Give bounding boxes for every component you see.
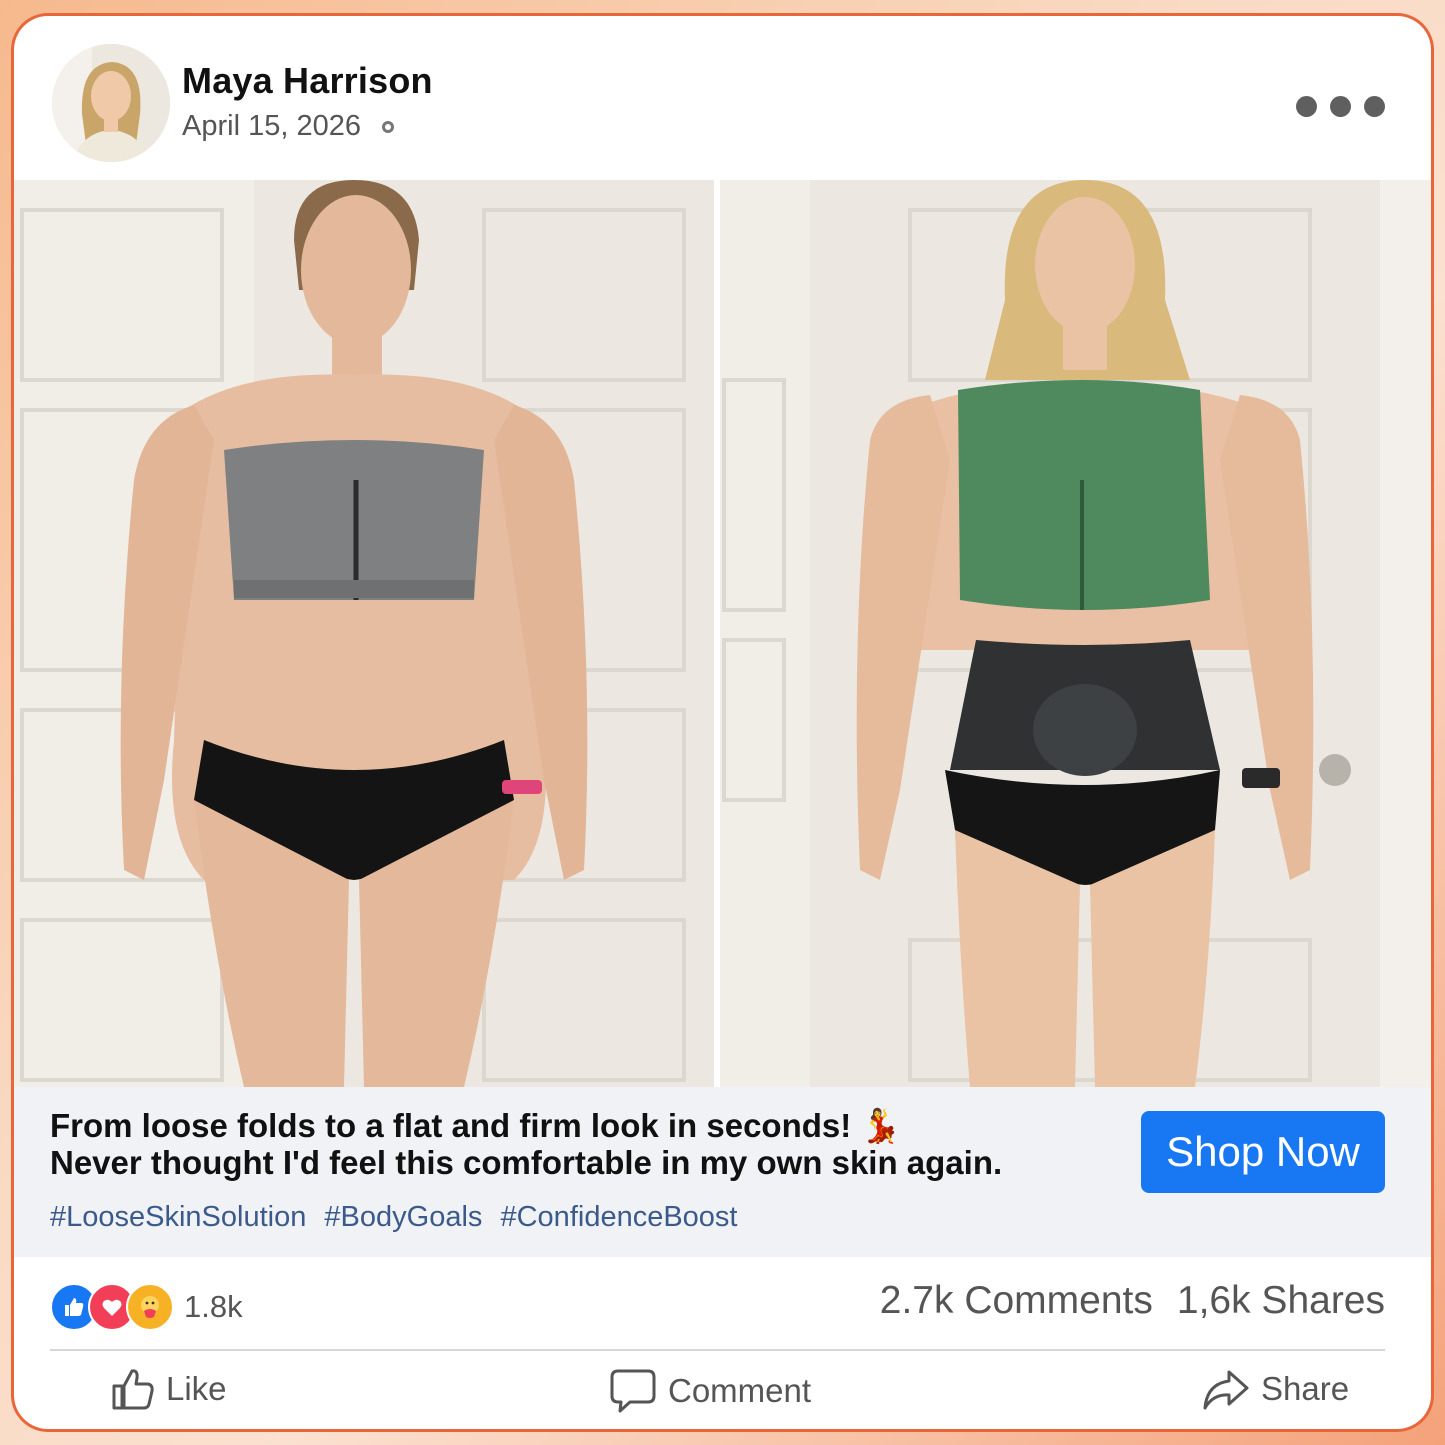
shares-count[interactable]: 1,6k Shares — [1177, 1279, 1385, 1323]
care-reaction-icon — [126, 1283, 174, 1331]
like-label: Like — [166, 1370, 227, 1407]
share-arrow-icon — [1203, 1370, 1249, 1410]
hashtag-link[interactable]: #ConfidenceBoost — [500, 1201, 737, 1233]
thumbs-up-icon — [112, 1369, 154, 1410]
before-photo[interactable] — [14, 180, 714, 1087]
after-photo[interactable] — [720, 180, 1431, 1087]
caption-line-1: From loose folds to a flat and firm look… — [50, 1107, 902, 1144]
avatar[interactable] — [52, 44, 170, 162]
comments-count[interactable]: 2.7k Comments — [880, 1279, 1153, 1323]
like-button[interactable]: Like — [110, 1366, 227, 1412]
post-caption: From loose folds to a flat and firm look… — [50, 1107, 1130, 1181]
comment-bubble-icon — [610, 1369, 656, 1413]
share-label: Share — [1261, 1370, 1350, 1407]
post-stats: 1.8k 2.7k Comments 1,6k Shares — [14, 1257, 1431, 1347]
reactions-summary[interactable]: 1.8k — [50, 1283, 243, 1331]
globe-icon — [381, 120, 394, 133]
hashtags: #LooseSkinSolution #BodyGoals #Confidenc… — [50, 1201, 747, 1234]
engagement-counts: 2.7k Comments 1,6k Shares — [880, 1279, 1385, 1323]
post-card: Maya Harrison April 15, 2026 From loose … — [14, 16, 1431, 1429]
comment-label: Comment — [668, 1372, 812, 1409]
caption-line-2: Never thought I'd feel this comfortable … — [50, 1144, 1003, 1181]
post-header: Maya Harrison April 15, 2026 — [14, 16, 1431, 180]
share-button[interactable]: Share — [1201, 1366, 1349, 1412]
photo-divider — [714, 180, 720, 1087]
hashtag-link[interactable]: #BodyGoals — [324, 1201, 482, 1233]
post-actions: Like Comment Share — [14, 1356, 1431, 1429]
post-meta: April 15, 2026 — [182, 110, 395, 143]
hashtag-link[interactable]: #LooseSkinSolution — [50, 1201, 306, 1233]
post-date[interactable]: April 15, 2026 — [182, 110, 361, 143]
more-options-button[interactable] — [1296, 96, 1385, 117]
shop-now-button[interactable]: Shop Now — [1141, 1111, 1385, 1193]
more-dot-icon — [1364, 96, 1385, 117]
actions-divider — [50, 1349, 1385, 1351]
comment-button[interactable]: Comment — [608, 1366, 811, 1416]
reactions-count: 1.8k — [184, 1289, 243, 1324]
post-photos[interactable] — [14, 180, 1431, 1087]
ad-caption-box: From loose folds to a flat and firm look… — [14, 1087, 1431, 1257]
more-dot-icon — [1296, 96, 1317, 117]
more-dot-icon — [1330, 96, 1351, 117]
author-name[interactable]: Maya Harrison — [182, 60, 433, 102]
